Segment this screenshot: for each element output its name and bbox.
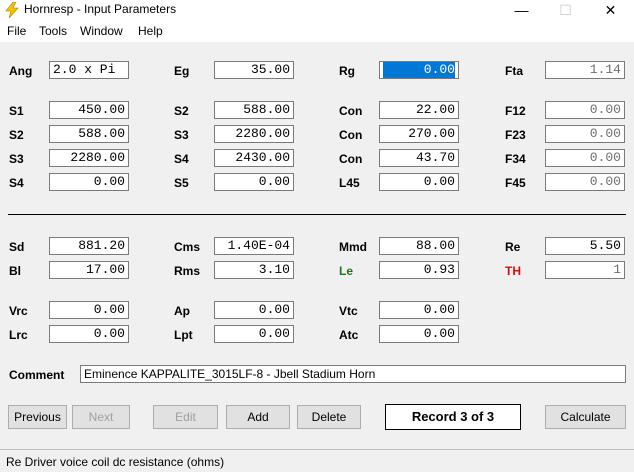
section-divider: [8, 214, 626, 215]
con2-label: Con: [339, 128, 363, 142]
th-label: TH: [505, 264, 521, 278]
ap-label: Ap: [174, 304, 190, 318]
status-bar: Re Driver voice coil dc resistance (ohms…: [0, 449, 634, 472]
vtc-label: Vtc: [339, 304, 358, 318]
comment-label: Comment: [9, 368, 65, 382]
minimize-button[interactable]: —: [499, 0, 544, 20]
record-indicator: Record 3 of 3: [385, 404, 521, 430]
bl-field[interactable]: 17.00: [49, 261, 129, 279]
s4-label: S4: [174, 152, 189, 166]
rms-label: Rms: [174, 264, 201, 278]
s5-label: S5: [174, 176, 189, 190]
f23-label: F23: [505, 128, 526, 142]
window-title: Hornresp - Input Parameters: [24, 2, 177, 16]
title-bar: Hornresp - Input Parameters — ☐ ✕: [0, 0, 634, 20]
menu-tools[interactable]: Tools: [39, 24, 67, 38]
re-label: Re: [505, 240, 521, 254]
lrc-field[interactable]: 0.00: [49, 325, 129, 343]
maximize-button[interactable]: ☐: [543, 0, 588, 20]
con1-label: Con: [339, 104, 363, 118]
atc-label: Atc: [339, 328, 359, 342]
mmd-field[interactable]: 88.00: [379, 237, 459, 255]
lpt-field[interactable]: 0.00: [214, 325, 294, 343]
s4-field[interactable]: 2430.00: [214, 149, 294, 167]
s3-label: S3: [174, 128, 189, 142]
close-button[interactable]: ✕: [588, 0, 633, 20]
fta-label: Fta: [505, 64, 523, 78]
vtc-field[interactable]: 0.00: [379, 301, 459, 319]
s4-label-2: S4: [9, 176, 24, 190]
menu-bar: File Tools Window Help: [0, 20, 634, 42]
previous-button[interactable]: Previous: [8, 405, 67, 429]
s1-field[interactable]: 450.00: [49, 101, 129, 119]
fta-field: 1.14: [545, 61, 625, 79]
eg-label: Eg: [174, 64, 190, 78]
l45-field[interactable]: 0.00: [379, 173, 459, 191]
ap-field[interactable]: 0.00: [214, 301, 294, 319]
rg-field[interactable]: 0.00: [379, 61, 459, 79]
f45-field: 0.00: [545, 173, 625, 191]
s4-field-2[interactable]: 0.00: [49, 173, 129, 191]
con3-field[interactable]: 43.70: [379, 149, 459, 167]
con1-field[interactable]: 22.00: [379, 101, 459, 119]
le-field[interactable]: 0.93: [379, 261, 459, 279]
menu-file[interactable]: File: [7, 24, 26, 38]
calculate-button[interactable]: Calculate: [545, 405, 626, 429]
l45-label: L45: [339, 176, 360, 190]
edit-button[interactable]: Edit: [153, 405, 218, 429]
ang-label: Ang: [9, 64, 33, 78]
s3-field-2[interactable]: 2280.00: [49, 149, 129, 167]
s3-field[interactable]: 2280.00: [214, 125, 294, 143]
le-label: Le: [339, 264, 354, 278]
vrc-field[interactable]: 0.00: [49, 301, 129, 319]
ang-field[interactable]: 2.0 x Pi: [49, 61, 129, 79]
cms-label: Cms: [174, 240, 201, 254]
f12-label: F12: [505, 104, 526, 118]
sd-field[interactable]: 881.20: [49, 237, 129, 255]
atc-field[interactable]: 0.00: [379, 325, 459, 343]
rms-field[interactable]: 3.10: [214, 261, 294, 279]
s3-label-2: S3: [9, 152, 24, 166]
status-text: Re Driver voice coil dc resistance (ohms…: [6, 455, 225, 469]
f23-field: 0.00: [545, 125, 625, 143]
lrc-label: Lrc: [9, 328, 28, 342]
add-button[interactable]: Add: [226, 405, 290, 429]
s2-label-2: S2: [9, 128, 24, 142]
s2-field[interactable]: 588.00: [214, 101, 294, 119]
delete-button[interactable]: Delete: [297, 405, 361, 429]
f45-label: F45: [505, 176, 526, 190]
next-button[interactable]: Next: [72, 405, 130, 429]
rg-value-selected: 0.00: [383, 62, 455, 78]
rg-label: Rg: [339, 64, 355, 78]
menu-window[interactable]: Window: [80, 24, 123, 38]
lpt-label: Lpt: [174, 328, 193, 342]
s1-label: S1: [9, 104, 24, 118]
con2-field[interactable]: 270.00: [379, 125, 459, 143]
f34-field: 0.00: [545, 149, 625, 167]
mmd-label: Mmd: [339, 240, 367, 254]
menu-help[interactable]: Help: [138, 24, 163, 38]
vrc-label: Vrc: [9, 304, 28, 318]
eg-field[interactable]: 35.00: [214, 61, 294, 79]
con3-label: Con: [339, 152, 363, 166]
s2-field-2[interactable]: 588.00: [49, 125, 129, 143]
sd-label: Sd: [9, 240, 25, 254]
bl-label: Bl: [9, 264, 21, 278]
re-field[interactable]: 5.50: [545, 237, 625, 255]
cms-field[interactable]: 1.40E-04: [214, 237, 294, 255]
s2-label: S2: [174, 104, 189, 118]
s5-field[interactable]: 0.00: [214, 173, 294, 191]
f34-label: F34: [505, 152, 526, 166]
lightning-icon: [5, 2, 19, 18]
comment-field[interactable]: Eminence KAPPALITE_3015LF-8 - Jbell Stad…: [80, 365, 626, 383]
th-field: 1: [545, 261, 625, 279]
f12-field: 0.00: [545, 101, 625, 119]
